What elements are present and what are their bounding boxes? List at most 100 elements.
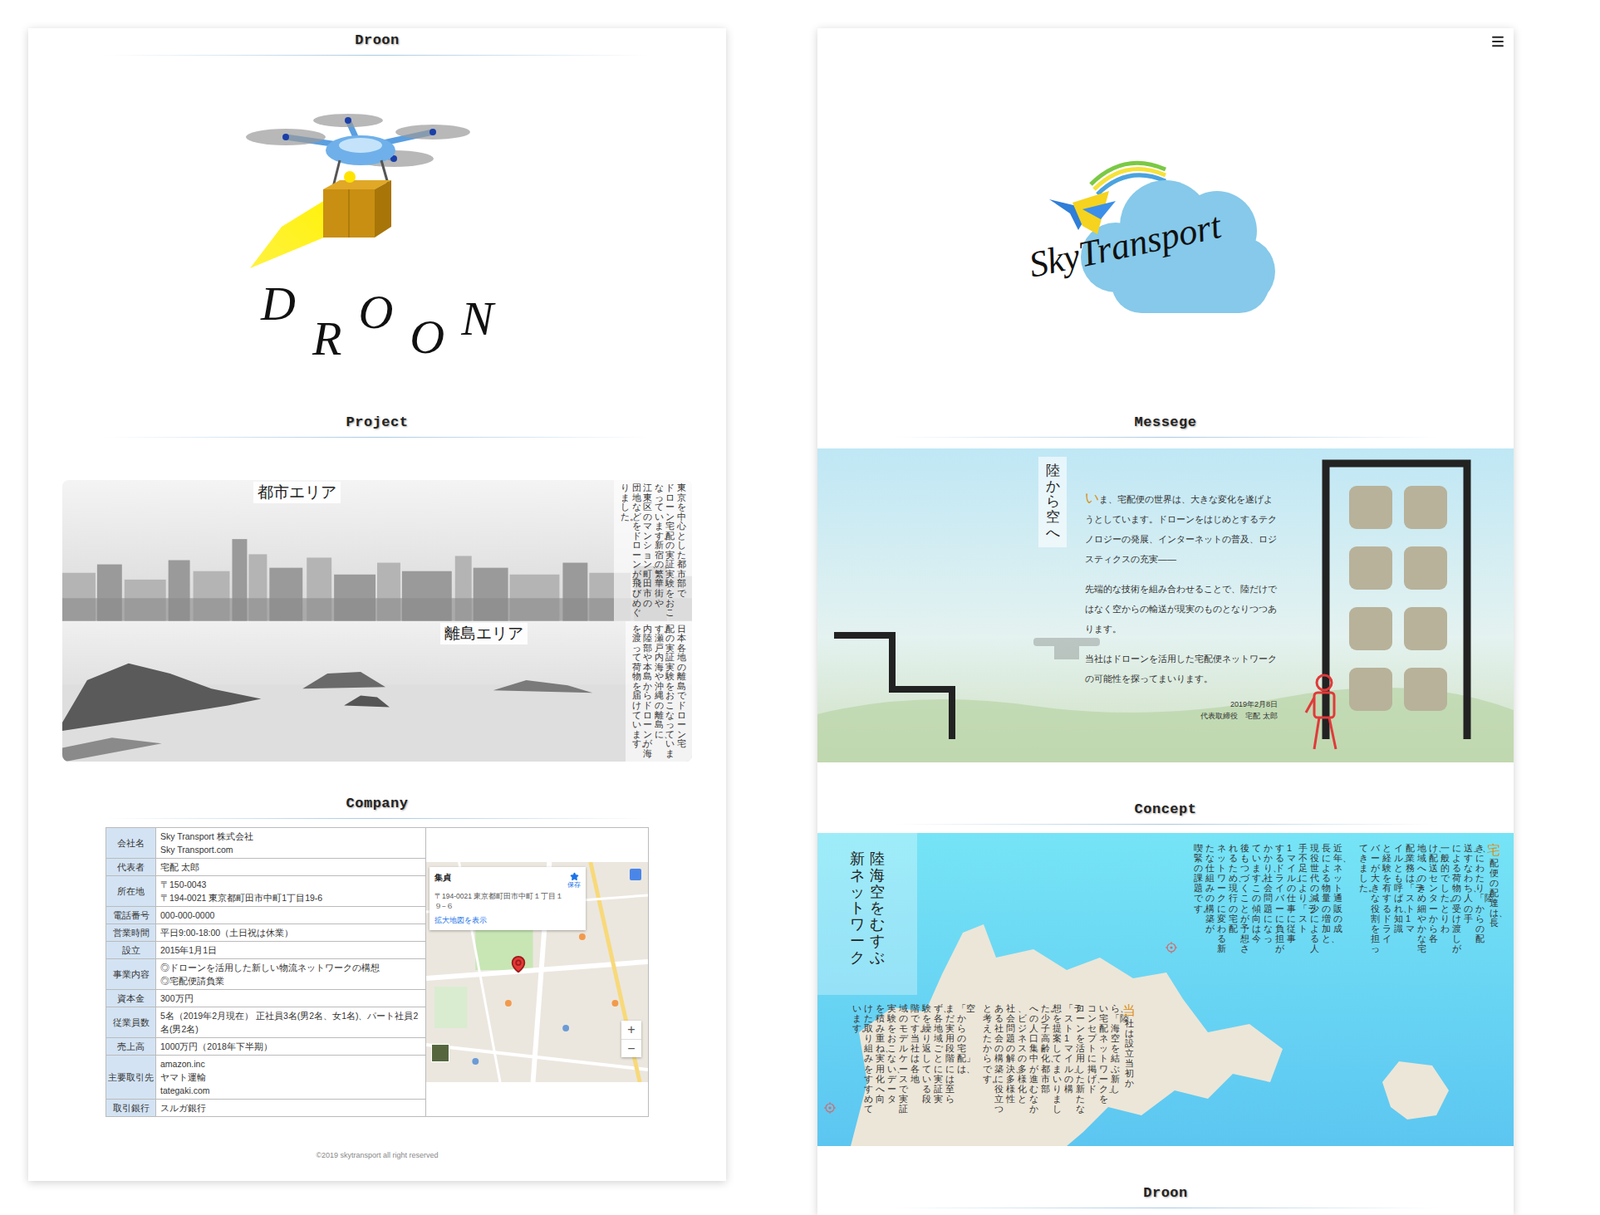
vertical-paragraph: 宅配便の配達は、長きにわたり「陸からの配送」、すなわち、人の手による荷物の受け渡… [1359, 843, 1501, 954]
area-label: 離島エリア [440, 623, 528, 645]
company-row-value: 000-000-0000 [156, 907, 426, 924]
map-save-button[interactable]: 保存 [567, 872, 581, 890]
vertical-column: 宅配便の配達は、長 [1487, 843, 1501, 928]
vertical-column: 想を提案してまいりまし [1052, 1003, 1062, 1115]
vertical-column: と経験を有するドライ [1382, 843, 1392, 944]
vertical-column: ています。この傾向は今 [1251, 843, 1262, 944]
message-body: いま、宅配便の世界は、大きな変化を遂げようとしています。ドローンをはじめとするテ… [1084, 488, 1278, 722]
vertical-column: への人口集中が進むなか [1029, 1003, 1039, 1115]
company-row-label: 電話番号 [106, 907, 157, 924]
message-title: 陸から空へ [1038, 456, 1067, 548]
heading-rule [891, 436, 1440, 438]
area-label: 都市エリア [253, 481, 341, 504]
map-address: 〒194-0021 東京都町田市中町１丁目１９−６ [434, 891, 581, 912]
company-row: 取引銀行スルガ銀行 [106, 1099, 426, 1117]
vertical-paragraph: 当社は設立当初から、「陸海空を結ぶ新しい宅配ネットワーク」をコンセプトに掲げ、ド… [982, 1003, 1136, 1115]
company-row-value: ◎ドローンを活用した新しい物流ネットワークの構想◎宅配便請負業 [156, 959, 426, 990]
logo-letter: O [409, 312, 445, 363]
logo-letter: N [461, 294, 494, 344]
company-row: 営業時間平日9:00-18:00（土日祝は休業） [106, 924, 426, 943]
heading-rule [103, 436, 652, 438]
vertical-column: い宅配ネットワーク」を [1099, 1003, 1109, 1105]
vertical-column: ら、「陸海空を結ぶ新し [1110, 1003, 1120, 1095]
map-satellite-thumbnail[interactable] [431, 1044, 450, 1063]
vertical-column: 内陸部や本島からドローンが海 [642, 624, 653, 760]
vertical-column: たな仕組みの構築が [1205, 843, 1215, 934]
vertical-column: バーが大きな役割を担っ [1370, 843, 1380, 954]
logo-area: DROON [28, 59, 727, 414]
heading-rule [891, 824, 1440, 825]
vertical-paragraph: 日本各地の離島でドローン宅配の実証実験をおこなっています。瀬戸内海や沖縄の離島に… [632, 624, 687, 760]
hamburger-menu-icon[interactable] [1490, 34, 1506, 50]
vertical-column: ある社会の構築に役立つ [994, 1003, 1004, 1115]
vertical-column: 日本各地の離島でドローン宅 [677, 624, 687, 750]
message-paragraph: 当社はドローンを活用した宅配便ネットワークの可能性を探ってまいります。 [1084, 648, 1278, 689]
company-row: 所在地〒150-0043〒194-0021 東京都町田市中町1丁目19-6 [106, 876, 426, 908]
map-place-name: 集貞 [434, 872, 452, 884]
company-row-value: 2015年1月1日 [156, 942, 426, 959]
heading-rule [103, 818, 652, 820]
droon-logo: DROON [240, 110, 515, 364]
vertical-column: 後もつづくことが予想さ [1240, 843, 1250, 954]
section-heading: Company [28, 795, 727, 824]
vertical-column: 近年、ネット通販の成 [1333, 843, 1343, 934]
company-row-label: 取引銀行 [106, 1099, 157, 1117]
logo-letter: O [358, 287, 393, 338]
skytransport-page: SkyTransportMessege陸から空へいま、宅配便の世界は、大きな変化… [817, 28, 1514, 1215]
company-row-value: 〒150-0043〒194-0021 東京都町田市中町1丁目19-6 [156, 876, 426, 907]
area-text: 東京を中心とした都市部でドローン宅配の実証実験をおこなっています。新宿の繁華街や… [613, 480, 693, 622]
vertical-column: かかり、社会問題になっ [1263, 843, 1273, 944]
vertical-column: 域のモデルケースで実証 [898, 1003, 908, 1115]
company-row-label: 代表者 [106, 858, 157, 876]
company-map[interactable]: 集貞 保存〒194-0021 東京都町田市中町１丁目１９−６ 拡大地図を表示 +− [426, 862, 648, 1083]
map-person-icon[interactable] [629, 868, 642, 881]
crosshair-icon [824, 1102, 836, 1115]
vertical-paragraph: 東京を中心とした都市部でドローン宅配の実証実験をおこなっています。新宿の繁華街や… [620, 483, 686, 619]
map-enlarge-link[interactable]: 拡大地図を表示 [434, 916, 581, 926]
vertical-column: 手不足により、「ラスト [1298, 843, 1308, 934]
company-row: 代表者宅配 太郎 [106, 858, 426, 877]
project-area: 離島エリア 日本各地の離島でドローン宅配の実証実験をおこなっています。瀬戸内海や沖… [62, 621, 693, 763]
star-icon [569, 872, 580, 882]
company-row: 資本金300万円 [106, 990, 426, 1008]
heading-rule [891, 1207, 1440, 1209]
map-info-card: 集貞 保存〒194-0021 東京都町田市中町１丁目１９−６ 拡大地図を表示 [429, 867, 586, 931]
vertical-column: れるため、現行の宅配 [1228, 843, 1238, 934]
company-row-value: 5名（2019年2月現在） 正社員3名(男2名、女1名)、パート社員2名(男2名… [156, 1007, 426, 1038]
company-row-value: 宅配 太郎 [156, 858, 426, 876]
company-map-cell: 集貞 保存〒194-0021 東京都町田市中町１丁目１９−６ 拡大地図を表示 +− [426, 828, 648, 1117]
island-photo [62, 621, 693, 763]
company-row-value: Sky Transport 株式会社Sky Transport.com [156, 828, 426, 859]
vertical-column: 配業務は、「ラスト1マ [1405, 843, 1415, 934]
vertical-column: た。少子高齢化、都市部 [1040, 1003, 1051, 1095]
top-bar [817, 28, 1514, 55]
vertical-column: います。 [852, 1003, 862, 1034]
vertical-column: 配の実証実験をおこなっていま [665, 624, 675, 760]
logo-area: SkyTransport [817, 54, 1514, 414]
zoom-out-button[interactable]: − [621, 1039, 642, 1058]
company-row: 電話番号000-000-0000 [106, 907, 426, 925]
droon-logo-letters: DROON [260, 279, 494, 364]
message-paragraph: 先端的な技術を組み合わせることで、陸だけではなく空からの輸送が現実のものとなりつ… [1084, 579, 1278, 639]
concept-top-text: 宅配便の配達は、長きにわたり「陸からの配送」、すなわち、人の手による荷物の受け渡… [1165, 833, 1514, 954]
crosshair-icon [1165, 942, 1178, 954]
vertical-column: 一般的でした。とりわ [1440, 843, 1450, 934]
section-heading-text: Concept [1134, 800, 1198, 820]
section-heading-text: Droon [1143, 1184, 1188, 1203]
drop-cap: い [1084, 490, 1100, 506]
zoom-in-button[interactable]: + [621, 1020, 642, 1040]
company-row: 主要取引先amazon.incヤマト運輸tategaki.com [106, 1055, 426, 1100]
vertical-column: け、配送センターから各 [1428, 843, 1439, 944]
company-row: 設立2015年1月1日 [106, 942, 426, 960]
vertical-column: 送」、すなわち、人の手 [1463, 843, 1473, 924]
drop-cap: 当 [1122, 1003, 1136, 1019]
vertical-paragraph: 「空からの宅配」は、まだ実用段階には至らず、各地域ごとに実証実験を繰り返している… [852, 1003, 967, 1115]
vertical-paragraph: 近年、ネット通販の成長による物量の増加と、現役世代の減少による人手不足により、「… [1193, 843, 1343, 954]
logo-letter: R [312, 314, 342, 364]
company-row-value: 300万円 [156, 990, 426, 1007]
company-row-value: 平日9:00-18:00（土日祝は休業） [156, 924, 426, 942]
section-heading: Droon [817, 1184, 1514, 1213]
vertical-column: 1マイル」の仕事に従事 [1286, 843, 1296, 944]
vertical-column: 江東区のマンション、町田市の [642, 483, 653, 609]
footer: ©2019 skytransport all right reserved [28, 1150, 727, 1161]
